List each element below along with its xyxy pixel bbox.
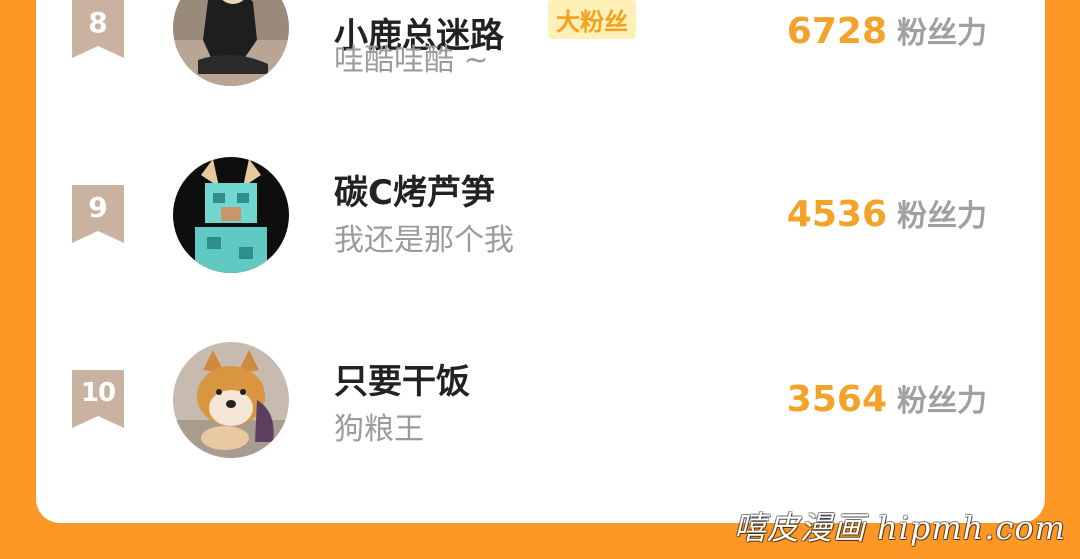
user-name[interactable]: 只要干饭 xyxy=(334,354,470,403)
rank-badge: 8 xyxy=(72,0,124,60)
leaderboard-row[interactable]: 10 只要干饭 狗粮王 3564 粉丝力 xyxy=(36,340,1045,470)
rank-badge: 10 xyxy=(72,370,124,430)
fan-power-unit: 粉丝力 xyxy=(897,384,987,419)
user-name[interactable]: 碳C烤芦笋 xyxy=(334,165,495,214)
user-signature: 哇酷哇酷 ~ xyxy=(334,43,489,78)
user-avatar[interactable] xyxy=(173,157,289,273)
fan-power-score: 6728 粉丝力 xyxy=(787,10,987,54)
fan-power-value: 4536 xyxy=(786,194,887,235)
user-signature: 我还是那个我 xyxy=(334,223,514,258)
site-watermark: 嘻皮漫画 hipmh.com xyxy=(733,509,1066,547)
fan-power-unit: 粉丝力 xyxy=(897,16,987,51)
fan-level-badge: 大粉丝 xyxy=(548,0,636,39)
fan-power-score: 4536 粉丝力 xyxy=(787,193,987,237)
leaderboard-row[interactable]: 8 小鹿总迷路 大粉丝 哇酷哇酷 ~ 6728 粉丝力 xyxy=(36,0,1045,110)
rank-badge: 9 xyxy=(72,185,124,245)
rank-number: 9 xyxy=(88,191,108,224)
fan-power-score: 3564 粉丝力 xyxy=(787,378,987,422)
avatar-shiba-dog-icon xyxy=(173,342,289,458)
user-signature: 狗粮王 xyxy=(334,412,424,447)
rank-number: 10 xyxy=(80,378,116,408)
user-avatar[interactable] xyxy=(173,342,289,458)
fan-power-value: 3564 xyxy=(786,379,887,420)
leaderboard-row[interactable]: 9 碳C烤芦笋 我还是那个我 4536 粉丝力 xyxy=(36,155,1045,285)
fan-power-unit: 粉丝力 xyxy=(897,199,987,234)
fan-power-value: 6728 xyxy=(786,11,887,52)
user-avatar[interactable] xyxy=(173,0,289,86)
avatar-minecraft-fox-icon xyxy=(173,157,289,273)
avatar-photo-person-icon xyxy=(173,0,289,86)
rank-number: 8 xyxy=(88,6,108,39)
leaderboard-card: 8 小鹿总迷路 大粉丝 哇酷哇酷 ~ 6728 粉丝力 9 碳C烤芦笋 我还是那… xyxy=(36,0,1045,523)
